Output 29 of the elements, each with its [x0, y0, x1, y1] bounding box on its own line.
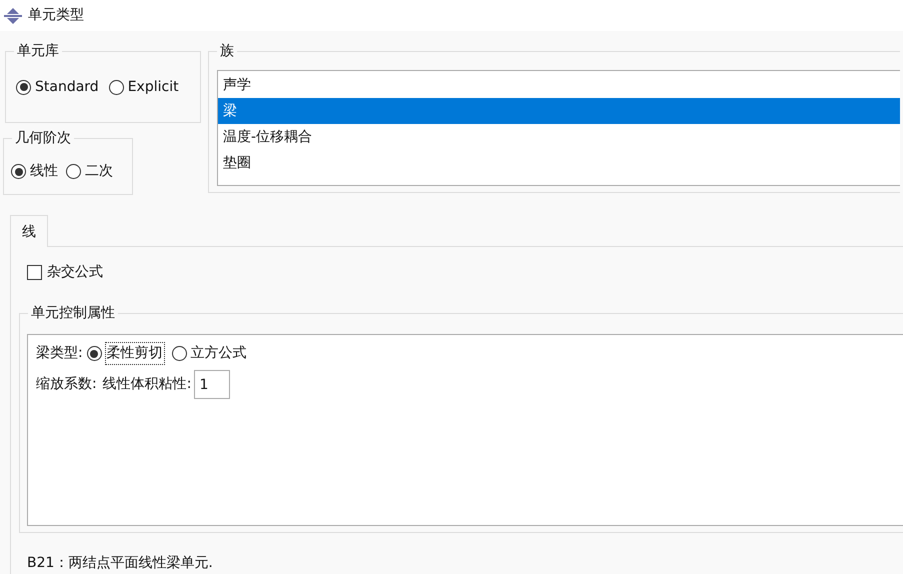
radio-button[interactable]	[11, 164, 26, 179]
viscosity-label: 线性体积粘性:	[102, 375, 192, 394]
radio-button[interactable]	[66, 164, 81, 179]
radio-label: Standard	[35, 78, 99, 96]
element-description: B21：两结点平面线性梁单元.	[27, 554, 213, 573]
radio-label: 柔性剪切	[106, 343, 164, 364]
list-item[interactable]: 声学	[218, 72, 900, 98]
radio-button[interactable]	[16, 80, 31, 94]
radio-label: 立方公式	[190, 344, 247, 363]
list-item[interactable]: 垫圈	[218, 150, 900, 176]
group-title: 几何阶次	[12, 129, 74, 147]
radio-button[interactable]	[86, 346, 102, 361]
app-icon	[4, 8, 22, 24]
radio-button[interactable]	[108, 80, 124, 94]
beam-type-label: 梁类型:	[36, 344, 83, 363]
group-title: 族	[217, 42, 237, 60]
radio-button[interactable]	[172, 346, 187, 361]
group-title: 单元控制属性	[28, 304, 118, 322]
list-item[interactable]: 梁	[218, 98, 900, 124]
list-item[interactable]: 温度-位移耦合	[218, 124, 900, 150]
radio-label: 线性	[30, 162, 58, 181]
group-title: 单元库	[14, 42, 62, 60]
tab[interactable]: 线	[10, 215, 48, 247]
scaling-label: 缩放系数:	[36, 375, 97, 394]
window-title: 单元类型	[28, 6, 84, 25]
viscosity-field[interactable]: 1	[194, 370, 230, 399]
checkbox-option[interactable]: 杂交公式	[27, 262, 103, 283]
radio-label: Explicit	[128, 78, 179, 96]
radio-label: 二次	[85, 162, 113, 181]
